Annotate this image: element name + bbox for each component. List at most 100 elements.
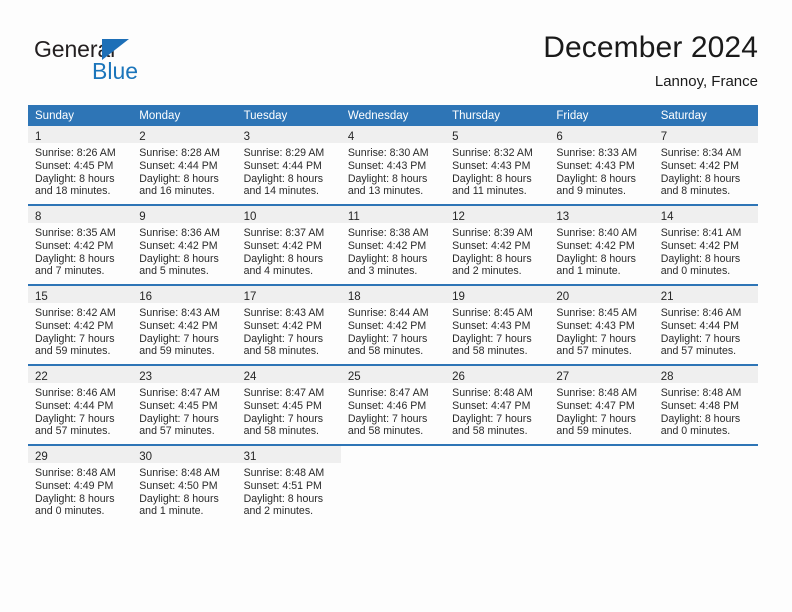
calendar-cell[interactable]: 6 Sunrise: 8:33 AM Sunset: 4:43 PM Daylight… — [549, 126, 654, 205]
calendar-grid: Sunday Monday Tuesday Wednesday Thursday… — [28, 105, 758, 524]
calendar-cell[interactable]: 9 Sunrise: 8:36 AM Sunset: 4:42 PM Daylight… — [132, 204, 237, 285]
day-number: 15 — [35, 291, 48, 303]
calendar-cell[interactable]: 17 Sunrise: 8:43 AM Sunset: 4:42 PM Dayligh… — [236, 284, 341, 365]
sunset-text: Sunset: 4:49 PM — [35, 479, 114, 492]
sunset-text: Sunset: 4:44 PM — [35, 399, 114, 412]
daylight-text-line1: Daylight: 7 hours — [556, 412, 636, 425]
calendar-cell[interactable]: 15 Sunrise: 8:42 AM Sunset: 4:42 PM Dayligh… — [28, 284, 133, 365]
calendar-cell[interactable]: 1 Sunrise: 8:26 AM Sunset: 4:45 PM Daylight… — [28, 126, 133, 205]
calendar-cell[interactable]: 19 Sunrise: 8:45 AM Sunset: 4:43 PM Dayligh… — [445, 284, 550, 365]
daylight-text-line2: and 1 minute. — [556, 265, 621, 278]
daylight-text-line2: and 0 minutes. — [35, 505, 105, 518]
brand-logo[interactable]: General Blue — [34, 36, 264, 92]
sunrise-text: Sunrise: 8:32 AM — [452, 147, 533, 159]
weekday-header-wednesday: Wednesday — [340, 105, 446, 126]
title-block: December 2024 Lannoy, France — [543, 30, 758, 92]
daylight-text-line2: and 59 minutes. — [35, 345, 111, 358]
sunset-text: Sunset: 4:44 PM — [139, 159, 218, 172]
day-number: 24 — [243, 371, 257, 383]
day-number: 28 — [660, 371, 674, 383]
daylight-text-line1: Daylight: 8 hours — [660, 252, 741, 265]
daylight-text-line2: and 1 minute. — [139, 505, 204, 518]
weekday-header-monday: Monday — [132, 105, 237, 126]
sunrise-text: Sunrise: 8:48 AM — [35, 467, 116, 479]
day-number: 12 — [452, 211, 465, 223]
calendar-cell[interactable]: 22 Sunrise: 8:46 AM Sunset: 4:44 PM Dayligh… — [28, 364, 133, 445]
daylight-text-line2: and 2 minutes. — [452, 265, 522, 278]
day-number: 25 — [347, 371, 361, 383]
daylight-text-line2: and 5 minutes. — [139, 265, 209, 278]
daylight-text-line2: and 8 minutes. — [660, 185, 731, 198]
sunset-text: Sunset: 4:43 PM — [556, 159, 635, 172]
calendar-cell[interactable]: 23 Sunrise: 8:47 AM Sunset: 4:45 PM Dayligh… — [132, 364, 237, 445]
calendar-cell[interactable]: 30 Sunrise: 8:48 AM Sunset: 4:50 PM Dayligh… — [132, 444, 237, 524]
calendar-cell[interactable]: 18 Sunrise: 8:44 AM Sunset: 4:42 PM Dayligh… — [340, 284, 446, 365]
daylight-text-line1: Daylight: 8 hours — [139, 172, 219, 185]
calendar-cell[interactable]: 4 Sunrise: 8:30 AM Sunset: 4:43 PM Daylight… — [340, 126, 446, 205]
sunrise-text: Sunrise: 8:47 AM — [243, 387, 325, 399]
daylight-text-line1: Daylight: 7 hours — [35, 412, 115, 425]
calendar-cell[interactable]: 3 Sunrise: 8:29 AM Sunset: 4:44 PM Daylight… — [236, 126, 341, 205]
daylight-text-line2: and 58 minutes. — [347, 425, 424, 438]
day-number: 26 — [452, 371, 465, 383]
calendar-cell[interactable]: 10 Sunrise: 8:37 AM Sunset: 4:42 PM Dayligh… — [236, 204, 341, 285]
sunrise-text: Sunrise: 8:48 AM — [243, 467, 325, 479]
day-number: 5 — [452, 131, 459, 143]
day-number: 14 — [660, 211, 674, 223]
sunrise-text: Sunrise: 8:48 AM — [139, 467, 220, 479]
sunset-text: Sunset: 4:45 PM — [35, 159, 114, 172]
calendar-week-row: 1 Sunrise: 8:26 AM Sunset: 4:45 PM Daylight… — [28, 126, 758, 205]
sunset-text: Sunset: 4:47 PM — [556, 399, 635, 412]
calendar-cell[interactable]: 24 Sunrise: 8:47 AM Sunset: 4:45 PM Dayligh… — [236, 364, 341, 445]
daylight-text-line1: Daylight: 7 hours — [452, 332, 532, 345]
daylight-text-line2: and 57 minutes. — [35, 425, 111, 438]
sunset-text: Sunset: 4:43 PM — [452, 319, 531, 332]
calendar-cell[interactable]: 8 Sunrise: 8:35 AM Sunset: 4:42 PM Daylight… — [28, 204, 133, 285]
day-number: 22 — [35, 371, 48, 383]
calendar-cell[interactable]: 28 Sunrise: 8:48 AM Sunset: 4:48 PM Dayligh… — [653, 364, 758, 445]
daylight-text-line1: Daylight: 8 hours — [139, 492, 219, 505]
day-number: 17 — [243, 291, 257, 303]
sunset-text: Sunset: 4:50 PM — [139, 479, 218, 492]
sunset-text: Sunset: 4:42 PM — [347, 319, 427, 332]
daylight-text-line2: and 7 minutes. — [35, 265, 105, 278]
daylight-text-line1: Daylight: 8 hours — [660, 172, 741, 185]
calendar-cell[interactable]: 16 Sunrise: 8:43 AM Sunset: 4:42 PM Dayligh… — [132, 284, 237, 365]
daylight-text-line2: and 58 minutes. — [452, 425, 528, 438]
sunset-text: Sunset: 4:42 PM — [35, 239, 114, 252]
calendar-cell[interactable]: 20 Sunrise: 8:45 AM Sunset: 4:43 PM Dayligh… — [549, 284, 654, 365]
calendar-cell[interactable]: 27 Sunrise: 8:48 AM Sunset: 4:47 PM Dayligh… — [549, 364, 654, 445]
calendar-cell[interactable]: 14 Sunrise: 8:41 AM Sunset: 4:42 PM Dayligh… — [653, 204, 758, 285]
daylight-text-line2: and 59 minutes. — [556, 425, 632, 438]
calendar-cell[interactable]: 5 Sunrise: 8:32 AM Sunset: 4:43 PM Daylight… — [445, 126, 550, 205]
calendar-cell[interactable]: 12 Sunrise: 8:39 AM Sunset: 4:42 PM Dayligh… — [445, 204, 550, 285]
day-number: 23 — [139, 371, 153, 383]
sunrise-text: Sunrise: 8:34 AM — [660, 147, 742, 159]
calendar-cell[interactable]: 13 Sunrise: 8:40 AM Sunset: 4:42 PM Dayligh… — [549, 204, 654, 285]
calendar-cell[interactable]: 2 Sunrise: 8:28 AM Sunset: 4:44 PM Daylight… — [132, 126, 237, 205]
sunset-text: Sunset: 4:42 PM — [452, 239, 531, 252]
calendar-cell[interactable]: 7 Sunrise: 8:34 AM Sunset: 4:42 PM Daylight… — [653, 126, 758, 205]
daylight-text-line1: Daylight: 7 hours — [556, 332, 636, 345]
daylight-text-line1: Daylight: 7 hours — [347, 332, 428, 345]
daylight-text-line2: and 58 minutes. — [243, 425, 319, 438]
sunset-text: Sunset: 4:43 PM — [556, 319, 635, 332]
sunrise-text: Sunrise: 8:44 AM — [347, 307, 429, 319]
sunrise-text: Sunrise: 8:39 AM — [452, 227, 533, 239]
calendar-cell[interactable]: 26 Sunrise: 8:48 AM Sunset: 4:47 PM Dayligh… — [445, 364, 550, 445]
calendar-cell[interactable]: 31 Sunrise: 8:48 AM Sunset: 4:51 PM Dayligh… — [236, 444, 341, 524]
daylight-text-line1: Daylight: 8 hours — [347, 252, 428, 265]
calendar-body: 1 Sunrise: 8:26 AM Sunset: 4:45 PM Daylight… — [28, 126, 758, 524]
calendar-cell[interactable]: 29 Sunrise: 8:48 AM Sunset: 4:49 PM Dayligh… — [28, 444, 133, 524]
daylight-text-line2: and 57 minutes. — [139, 425, 215, 438]
calendar-week-row: 29 Sunrise: 8:48 AM Sunset: 4:49 PM Dayligh… — [28, 444, 758, 524]
calendar-cell[interactable]: 21 Sunrise: 8:46 AM Sunset: 4:44 PM Dayligh… — [653, 284, 758, 365]
day-number: 19 — [452, 291, 465, 303]
sunset-text: Sunset: 4:44 PM — [660, 319, 740, 332]
calendar-cell[interactable]: 25 Sunrise: 8:47 AM Sunset: 4:46 PM Dayligh… — [340, 364, 446, 445]
sunrise-text: Sunrise: 8:46 AM — [35, 387, 116, 399]
calendar-cell[interactable]: 11 Sunrise: 8:38 AM Sunset: 4:42 PM Dayligh… — [340, 204, 446, 285]
sunrise-text: Sunrise: 8:47 AM — [347, 387, 429, 399]
day-number: 1 — [35, 131, 42, 143]
sunset-text: Sunset: 4:43 PM — [347, 159, 427, 172]
